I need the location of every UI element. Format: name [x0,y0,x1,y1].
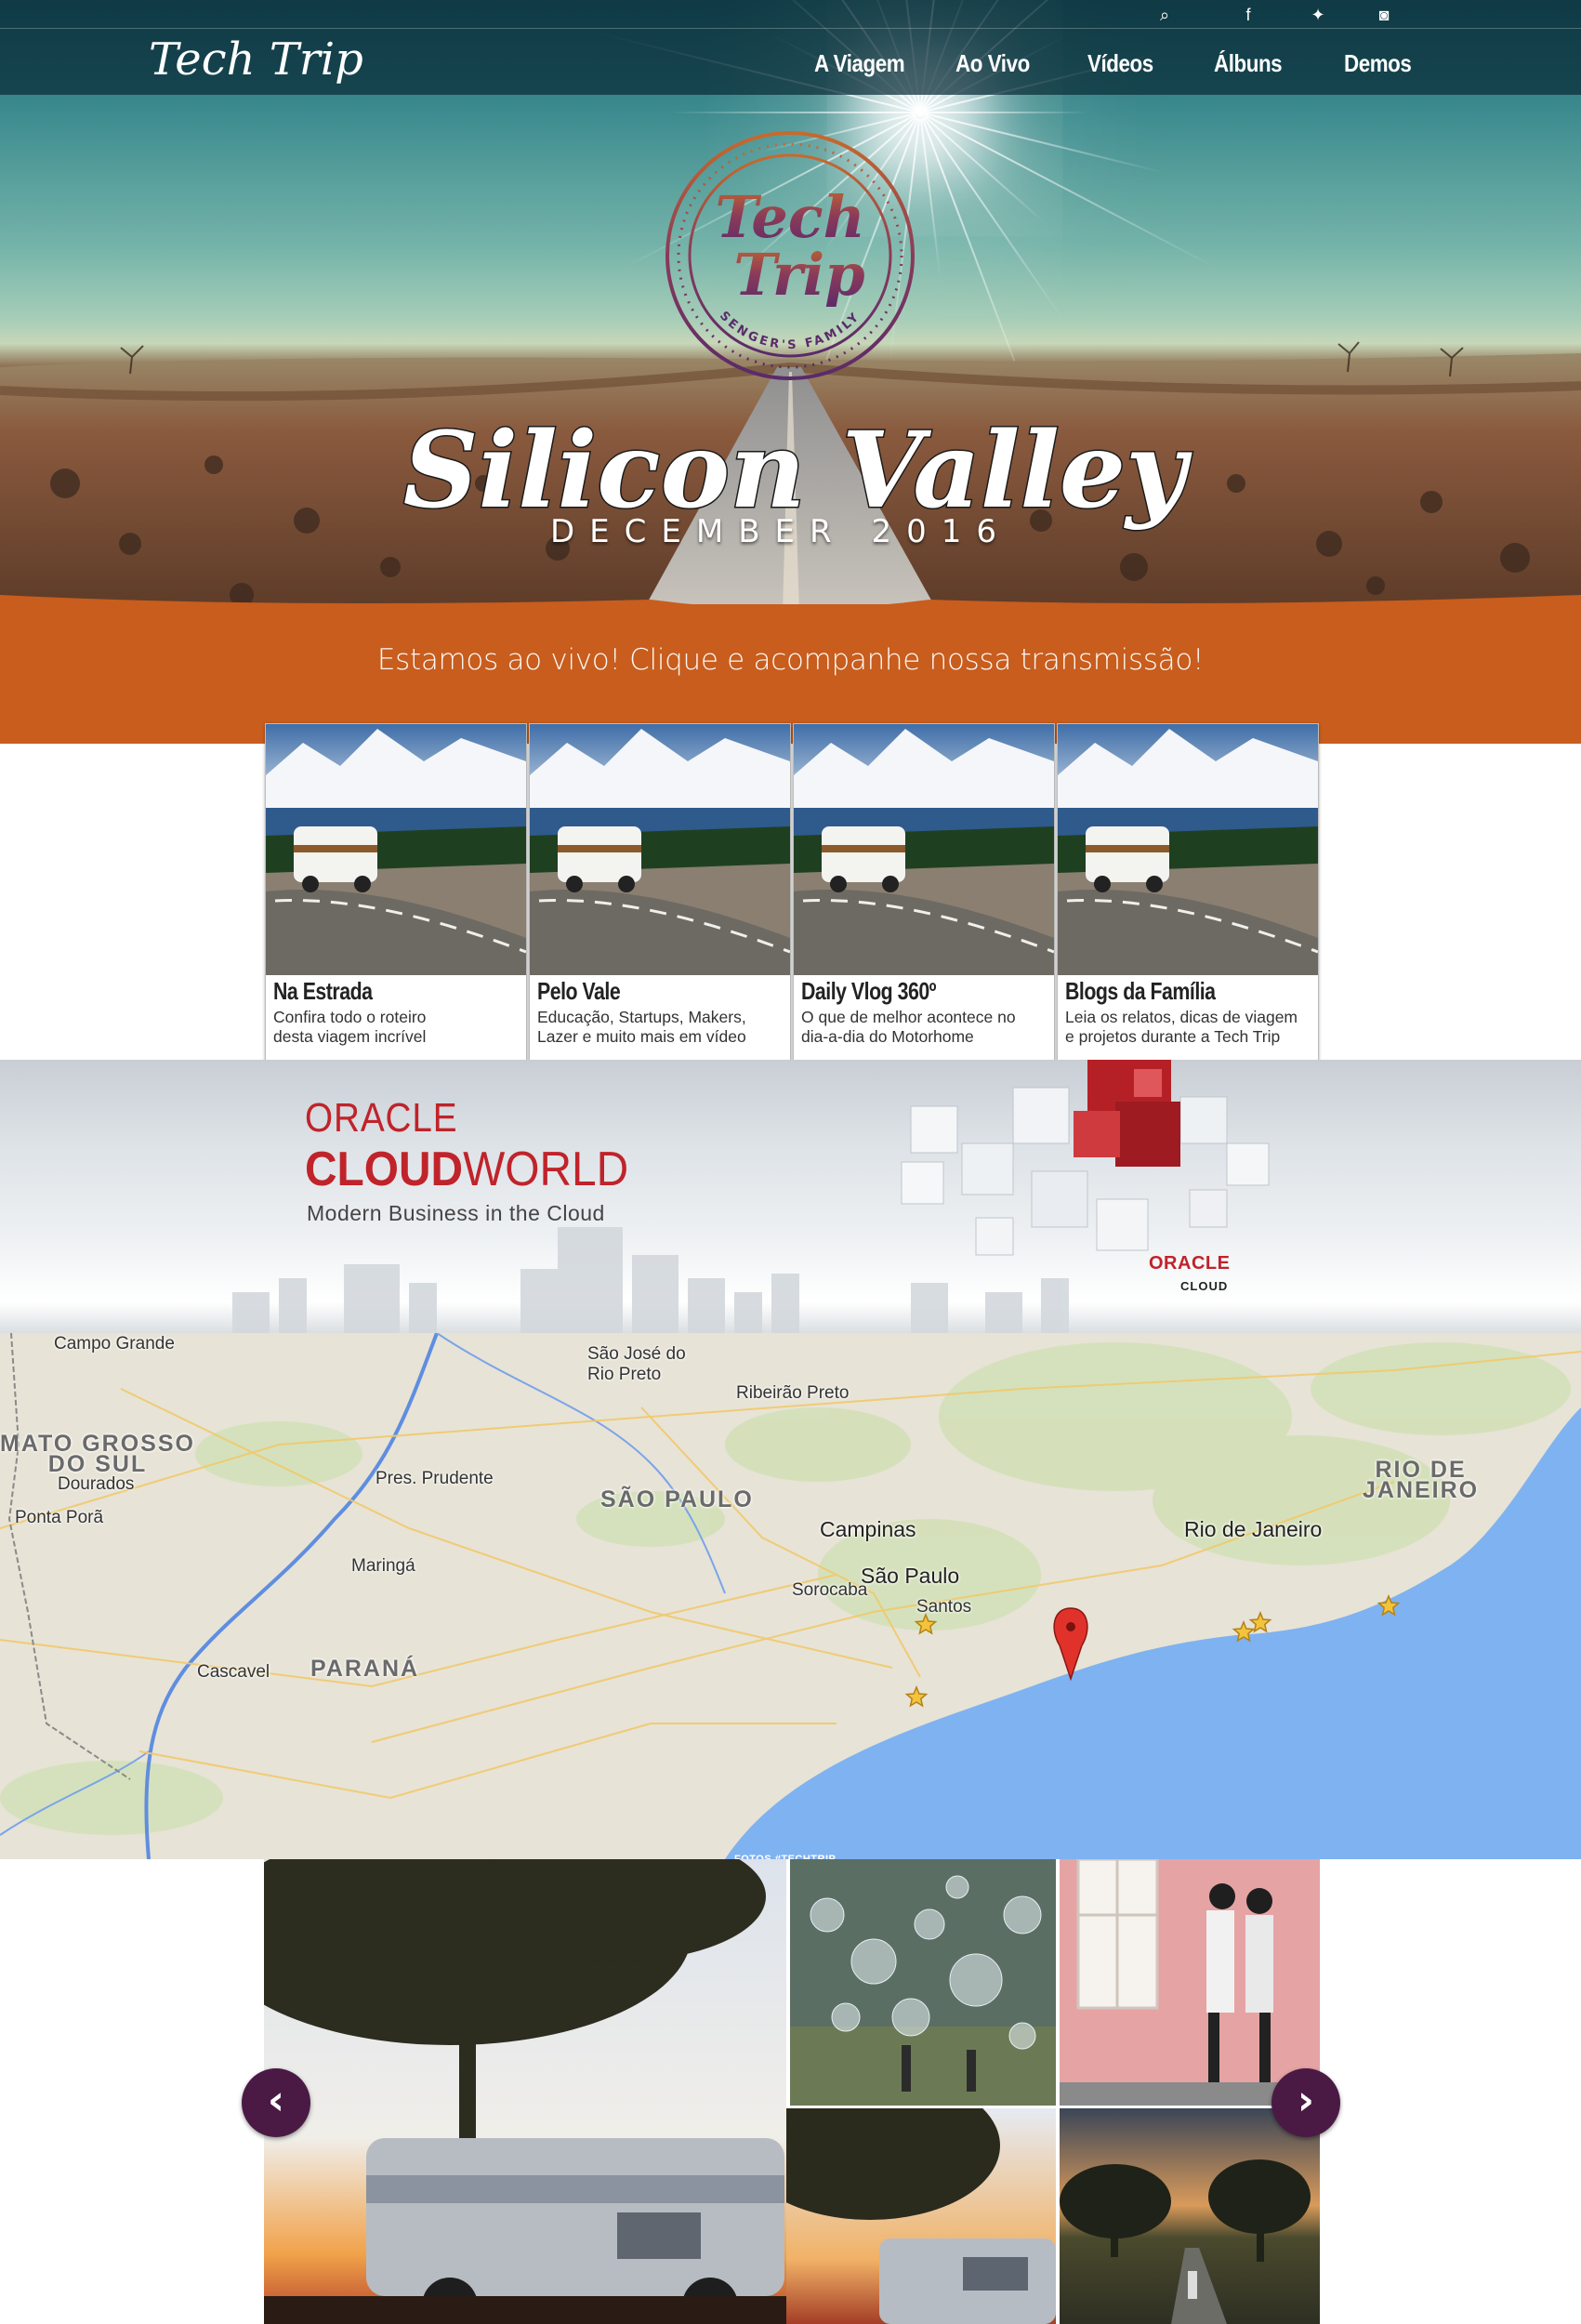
feature-card[interactable]: Daily Vlog 360º O que de melhor acontece … [793,723,1055,1062]
photo-bubbles-exhibit[interactable] [790,1859,1056,2106]
map-label: MATO GROSSO DO SUL [0,1431,195,1477]
brand-name: Tech Trip [149,33,363,86]
route-map[interactable]: Campo Grande São José do Rio Preto Ribeirã… [0,1333,1581,1859]
oracle-logo: ORACLE [1149,1253,1231,1274]
map-label: PARANÁ [310,1656,420,1682]
tech-trip-logo[interactable]: Tech Trip [149,26,390,100]
card-description: Confira todo o roteiro desta viagem incr… [273,1008,427,1046]
badge-line-trip: Trip [733,241,864,309]
map-label: RIO DE JANEIRO [1363,1457,1480,1503]
card-description: O que de melhor acontece no dia-a-dia do… [801,1008,1016,1046]
cube-cluster-graphic [901,1060,1270,1256]
photo-motorhome-tree[interactable] [786,2108,1056,2324]
card-thumbnail[interactable] [530,724,790,975]
map-label: Pres. Prudente [375,1469,494,1488]
nav-item-3[interactable]: Álbuns [1214,45,1283,82]
feature-card[interactable]: Na Estrada Confira todo o roteiro desta v… [265,723,527,1062]
card-description: Leia os relatos, dicas de viagem e proje… [1065,1008,1298,1046]
nav-item-2[interactable]: Vídeos [1087,45,1153,82]
card-thumbnail[interactable] [266,724,526,975]
hero-date: DECEMBER 2016 [550,513,1011,550]
hero-banner: Tech Trip ⌕ f ✦ ◙ A Viagem Ao Vivo Vídeos Álbu… [0,0,1581,614]
map-label: Ponta Porã [15,1508,104,1527]
oracle-line: ORACLE [305,1095,458,1141]
tech-trip-badge: Tech Trip SENGER'S FAMILY [665,131,915,380]
card-title[interactable]: Daily Vlog 360º [801,977,936,1006]
top-navbar: Tech Trip ⌕ f ✦ ◙ A Viagem Ao Vivo Vídeos Álbu… [0,0,1581,95]
gallery-prev-button[interactable]: ‹ [242,2068,310,2137]
badge-ring-text: SENGER'S FAMILY [717,309,863,352]
city-skyline [232,1227,1069,1335]
map-label: Campinas [820,1517,916,1541]
card-thumbnail[interactable] [1058,724,1318,975]
nav-item-1[interactable]: Ao Vivo [955,45,1030,82]
live-banner-text[interactable]: Estamos ao vivo! Clique e acompanhe noss… [0,643,1581,677]
map-label: Ribeirão Preto [736,1383,850,1403]
oracle-logo-sub: CLOUD [1180,1279,1229,1293]
card-title[interactable]: Pelo Vale [537,977,621,1006]
map-label: Sorocaba [792,1580,868,1600]
map-base [0,1333,1581,1859]
card-description: Educação, Startups, Makers, Lazer e muit… [537,1008,746,1046]
map-label: São José do Rio Preto [587,1344,686,1384]
card-thumbnail[interactable] [794,724,1054,975]
oracle-cloudworld-ad[interactable]: ORACLE CLOUDWORLD Modern Business in the… [0,1060,1581,1335]
nav-item-0[interactable]: A Viagem [814,45,905,82]
card-title[interactable]: Blogs da Família [1065,977,1216,1006]
map-label: Dourados [58,1474,135,1494]
card-title[interactable]: Na Estrada [273,977,373,1006]
map-pin-center [1066,1622,1075,1631]
search-icon[interactable]: ⌕ [1151,2,1179,28]
map-label: SÃO PAULO [600,1486,754,1512]
nav-item-4[interactable]: Demos [1344,45,1412,82]
photo-motorhome-sunset[interactable] [264,1859,786,2324]
feature-cards: Na Estrada Confira todo o roteiro desta v… [265,723,1319,1062]
facebook-icon[interactable]: f [1234,2,1262,28]
photo-pink-wall-pair[interactable] [1060,1859,1320,2106]
photo-gallery: FOTOS #TECHTRIP [0,1854,1581,2324]
map-star-marker[interactable] [904,1685,929,1708]
instagram-icon[interactable]: ◙ [1370,2,1398,28]
map-label: Rio de Janeiro [1184,1517,1323,1541]
map-label: São Paulo [861,1564,960,1588]
twitter-icon[interactable]: ✦ [1304,2,1332,28]
feature-card[interactable]: Blogs da Família Leia os relatos, dicas d… [1057,723,1319,1062]
photo-tree-road-sunset[interactable] [1060,2108,1320,2324]
feature-card[interactable]: Pelo Vale Educação, Startups, Makers, Laz… [529,723,791,1062]
cloudworld-line: CLOUDWORLD [305,1142,629,1196]
map-label: Campo Grande [54,1334,175,1353]
map-label: Cascavel [197,1662,270,1682]
map-location-pin-icon[interactable] [1053,1607,1088,1682]
gallery-next-button[interactable]: › [1271,2068,1340,2137]
oracle-tagline: Modern Business in the Cloud [307,1201,605,1225]
page: Tech Trip ⌕ f ✦ ◙ A Viagem Ao Vivo Vídeos Álbu… [0,0,1581,2324]
map-label: Maringá [351,1556,415,1576]
map-label: Santos [916,1597,972,1617]
